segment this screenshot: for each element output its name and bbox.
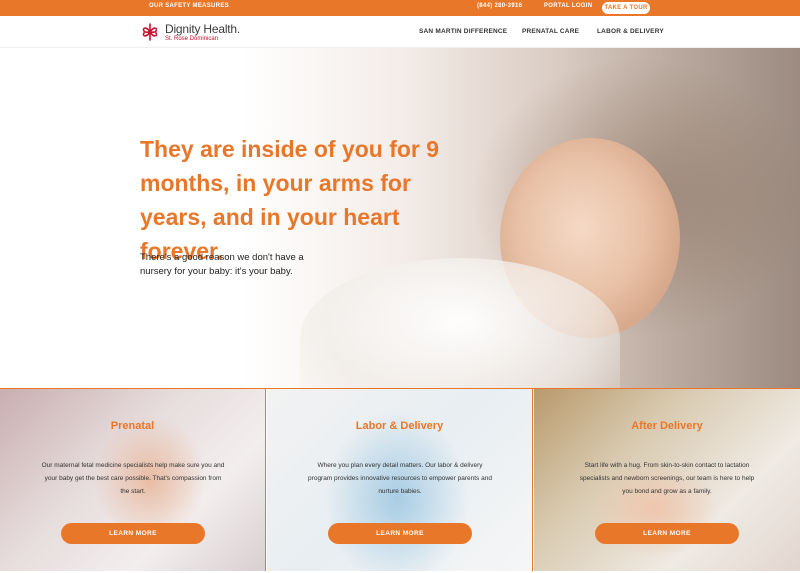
hero-subtitle: There's a good reason we don't have a nu… [140, 252, 304, 277]
service-cards: Prenatal Our maternal fetal medicine spe… [0, 388, 800, 571]
card-description: Our maternal fetal medicine specialists … [41, 462, 225, 495]
nav-labor-delivery[interactable]: LABOR & DELIVERY [597, 28, 664, 35]
card-labor-delivery: Labor & Delivery Where you plan every de… [267, 389, 533, 571]
dignity-health-logo-icon[interactable] [140, 22, 160, 42]
labor-delivery-learn-more-button[interactable]: LEARN MORE [328, 523, 472, 544]
logo-wordmark[interactable]: Dignity Health. [165, 22, 240, 36]
prenatal-learn-more-button[interactable]: LEARN MORE [61, 523, 205, 544]
card-after-delivery: After Delivery Start life with a hug. Fr… [534, 389, 800, 571]
card-description: Where you plan every detail matters. Our… [308, 462, 492, 495]
card-title: After Delivery [631, 420, 703, 432]
after-delivery-learn-more-button[interactable]: LEARN MORE [595, 523, 739, 544]
portal-login-link[interactable]: PORTAL LOGIN [544, 3, 592, 9]
logo-subtitle: St. Rose Dominican [165, 36, 219, 42]
card-title: Labor & Delivery [355, 420, 444, 432]
card-description: Start life with a hug. From skin-to-skin… [579, 462, 755, 495]
hero-banner: They are inside of you for 9 months, in … [0, 48, 800, 388]
nav-san-martin-difference[interactable]: SAN MARTIN DIFFERENCE [419, 28, 507, 35]
hero-title: They are inside of you for 9 months, in … [140, 136, 440, 264]
take-a-tour-button[interactable]: TAKE A TOUR [602, 2, 650, 14]
site-header: Dignity Health. St. Rose Dominican SAN M… [0, 16, 800, 48]
card-prenatal: Prenatal Our maternal fetal medicine spe… [0, 389, 266, 571]
safety-measures-link[interactable]: OUR SAFETY MEASURES [149, 3, 229, 9]
nav-prenatal-care[interactable]: PRENATAL CARE [522, 28, 579, 35]
utility-bar: OUR SAFETY MEASURES (844) 280-3916 PORTA… [0, 0, 800, 16]
card-title: Prenatal [110, 420, 155, 432]
phone-number-link[interactable]: (844) 280-3916 [477, 3, 522, 9]
